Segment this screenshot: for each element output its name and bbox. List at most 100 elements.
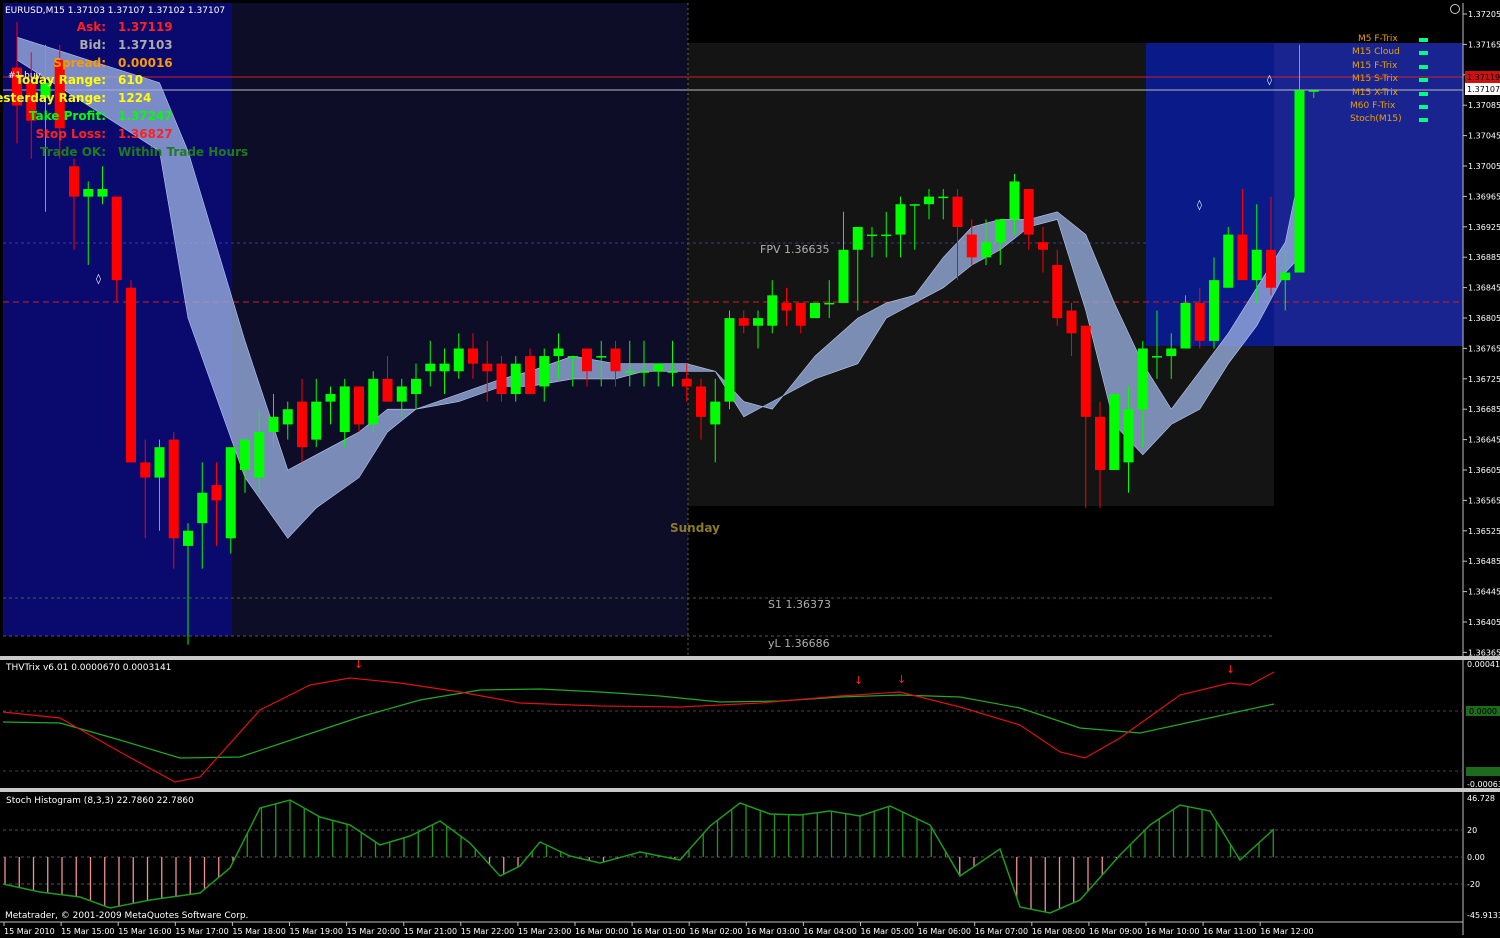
legend-label: M15 Cloud: [1352, 47, 1400, 58]
legend-swatch: [1419, 38, 1428, 42]
info-row: Trade OK: Within Trade Hours: [0, 145, 248, 161]
trix-axis-top: 0.000414: [1467, 660, 1500, 669]
price-tick-label: 1.36605: [1468, 466, 1500, 475]
legend-swatch: [1419, 118, 1428, 123]
candle-body: [852, 226, 863, 250]
time-tick-label: 16 Mar 00:00: [575, 927, 628, 936]
price-tick-label: 1.37205: [1468, 10, 1500, 19]
legend-label: M15 S-Trix: [1352, 74, 1398, 85]
info-row: Spread: 0.00016: [0, 56, 230, 72]
candle-body: [254, 432, 265, 478]
candle-body: [168, 439, 179, 539]
candle-body: [952, 196, 963, 227]
candle-body: [1251, 249, 1262, 281]
candle-body: [867, 234, 877, 237]
info-key: Yesterday Range:: [0, 91, 106, 106]
trix-lower-tag: [1466, 767, 1500, 776]
candle-body: [582, 348, 592, 372]
legend-swatch: [1419, 64, 1428, 69]
price-tick-label: 1.36685: [1468, 405, 1500, 414]
time-tick-label: 16 Mar 05:00: [861, 927, 914, 936]
price-tick-label: 1.36925: [1468, 223, 1500, 232]
session-box-quiet: [232, 3, 688, 636]
trix-zero-tag-label: 0.0000: [1469, 707, 1497, 716]
info-row: Take Profit: 1.37247: [0, 109, 230, 125]
candle-body: [539, 356, 550, 387]
candle-body: [111, 196, 122, 281]
candle-body: [1080, 325, 1091, 417]
info-row: Bid: 1.37103: [0, 38, 230, 54]
candle-body: [738, 318, 749, 326]
info-key: Bid:: [79, 37, 106, 52]
trix-title: THVTrix v6.01 0.0000670 0.0003141: [5, 663, 171, 673]
trix-sell-arrow-icon: ↓: [897, 673, 906, 686]
candle-body: [1209, 280, 1219, 341]
candle-body: [496, 363, 507, 395]
legend-label: M60 F-Trix: [1350, 101, 1396, 111]
candle-body: [1009, 181, 1020, 220]
pane-separator-1[interactable]: [0, 656, 1500, 660]
trix-sell-arrow-icon: ↓: [1226, 663, 1235, 676]
info-key: Stop Loss:: [35, 126, 106, 141]
candle-body: [297, 401, 307, 448]
candle-body: [681, 378, 692, 387]
candle-body: [525, 356, 535, 395]
sunday-label: Sunday: [670, 521, 720, 535]
time-tick-label: 16 Mar 07:00: [975, 927, 1028, 936]
time-axis: 15 Mar 2010 15 Mar 15:00 15 Mar 16:00 15 Ma…: [3, 922, 1314, 936]
legend-swatch: [1419, 51, 1428, 56]
candle-body: [981, 242, 991, 258]
pane-separator-2[interactable]: [0, 788, 1500, 792]
info-value: 1.36827: [118, 126, 173, 141]
candle-body: [425, 363, 436, 372]
time-tick-label: 16 Mar 01:00: [632, 927, 685, 936]
info-panel: Ask: 1.37119 Bid: 1.37103 Spread: 0.00016 Toda…: [0, 20, 248, 170]
info-value: 1224: [118, 91, 152, 106]
stoch-axis-top: 46.728: [1467, 794, 1495, 803]
candle-body: [154, 447, 165, 478]
price-tick-label: 1.36805: [1468, 314, 1500, 323]
stoch-axis-20: 20: [1467, 826, 1477, 835]
candle-body: [767, 295, 778, 326]
candle-body: [639, 371, 649, 373]
time-tick-label: 16 Mar 04:00: [803, 927, 856, 936]
legend-label: M15 X-Trix: [1352, 87, 1398, 98]
trix-fast-line: [2, 671, 1275, 783]
time-tick-label: 15 Mar 22:00: [461, 927, 514, 936]
stoch-title: Stoch Histogram (8,3,3) 22.7860 22.7860: [6, 796, 194, 806]
price-tick-label: 1.36525: [1468, 527, 1500, 536]
candle-body: [810, 302, 820, 319]
candle-body: [1152, 356, 1162, 358]
time-tick-label: 15 Mar 21:00: [404, 927, 457, 936]
candle-body: [696, 386, 706, 417]
candle-body: [1038, 242, 1048, 250]
candle-body: [482, 363, 493, 372]
price-tick-label: 1.36405: [1468, 618, 1500, 627]
candle-body: [624, 371, 635, 373]
candle-body: [795, 302, 806, 326]
candle-body: [781, 302, 792, 311]
time-tick-label: 15 Mar 16:00: [118, 927, 171, 936]
stoch-axis-minus20: -20: [1467, 880, 1480, 889]
current-price-tag-label: 1.37107: [1467, 85, 1500, 94]
candle-body: [1223, 234, 1234, 288]
candle-body: [1023, 189, 1034, 235]
time-tick-label: 15 Mar 20:00: [347, 927, 400, 936]
yl-label: yL 1.36686: [768, 637, 830, 650]
price-tick-label: 1.37085: [1468, 101, 1500, 110]
candle-body: [339, 386, 350, 433]
candle-body: [453, 348, 464, 372]
price-tick-label: 1.36725: [1468, 375, 1500, 384]
indicator-legend: M5 F-Trix M15 Cloud M15 F-Trix M15 S-Trix M1…: [1340, 34, 1450, 134]
candle-body: [126, 287, 136, 463]
candle-body: [667, 371, 678, 373]
candle-body: [710, 401, 721, 425]
info-key: Ask:: [76, 20, 106, 34]
candle-body: [724, 318, 735, 402]
legend-label: Stoch(M15): [1350, 114, 1402, 125]
candle-body: [1109, 394, 1120, 470]
stoch-axis-bottom: -45.9133: [1467, 911, 1500, 920]
info-row: Stop Loss: 1.36827: [0, 127, 230, 143]
time-tick-label: 15 Mar 19:00: [290, 927, 343, 936]
metatrader-chart-window: Sunday FPV 1.36635 S1 1.36373 yL 1.36686…: [0, 0, 1500, 938]
